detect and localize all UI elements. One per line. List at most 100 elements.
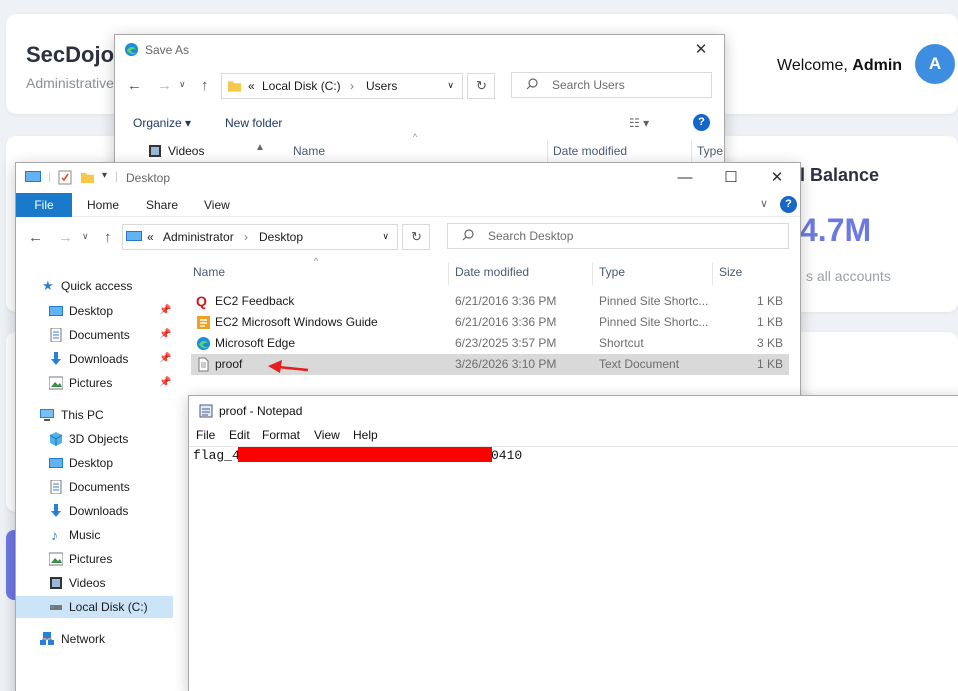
nav-pc-pictures[interactable]: Pictures (16, 548, 173, 570)
nav-qa-pictures[interactable]: Pictures 📌 (16, 372, 173, 394)
nav-pc-desktop[interactable]: Desktop (16, 452, 173, 474)
nav-label: 3D Objects (69, 432, 129, 446)
back-arrow-icon[interactable]: ← (28, 229, 43, 246)
search-placeholder: Search Users (552, 78, 625, 92)
nav-network-label: Network (61, 632, 106, 646)
save-as-titlebar: Save As ✕ (115, 35, 724, 65)
menu-help[interactable]: Help (353, 428, 378, 442)
menu-file[interactable]: File (196, 428, 215, 442)
sa-col-date[interactable]: Date modified (553, 144, 627, 158)
col-date[interactable]: Date modified (455, 265, 529, 279)
recent-dropdown-icon[interactable]: ∨ (82, 231, 89, 242)
tab-view[interactable]: View (190, 193, 244, 217)
quiz-icon: Q (196, 293, 207, 309)
file-date: 3/26/2026 3:10 PM (455, 357, 557, 371)
address-bar[interactable]: « Administrator › Desktop ∨ (122, 224, 398, 250)
nav-label: Documents (69, 328, 130, 342)
file-row[interactable]: Q EC2 Feedback 6/21/2016 3:36 PM Pinned … (191, 291, 789, 312)
tab-file[interactable]: File (16, 193, 72, 217)
qat-dropdown-icon[interactable]: ▾ (102, 170, 107, 181)
forward-arrow-icon[interactable]: → (58, 229, 73, 246)
nav-pc-documents[interactable]: Documents (16, 476, 173, 498)
col-divider (592, 263, 593, 285)
desktop-icon (126, 231, 142, 241)
organize-button[interactable]: Organize ▾ (133, 116, 191, 130)
crumb-users[interactable]: Users (366, 79, 397, 93)
nav-qa-desktop[interactable]: Desktop 📌 (16, 300, 173, 322)
balance-note: s all accounts (806, 268, 891, 284)
desktop-icon (49, 458, 63, 468)
save-as-close-button[interactable]: ✕ (678, 35, 724, 65)
nav-pc-videos[interactable]: Videos (16, 572, 173, 594)
minimize-button[interactable]: — (662, 163, 708, 193)
sa-col-name[interactable]: Name (293, 144, 325, 158)
menu-edit[interactable]: Edit (229, 428, 250, 442)
recent-dropdown-icon[interactable]: ∨ (179, 79, 186, 90)
edge-icon (196, 336, 211, 351)
nav-qa-documents[interactable]: Documents 📌 (16, 324, 173, 346)
col-size[interactable]: Size (719, 265, 742, 279)
ribbon-expand-icon[interactable]: ∨ (760, 197, 768, 210)
crumb-administrator[interactable]: Administrator (163, 230, 234, 244)
view-options-icon[interactable]: ☷ ▾ (629, 116, 649, 130)
crumb-overflow[interactable]: « (248, 79, 255, 93)
nav-pc-music[interactable]: ♪ Music (16, 524, 173, 546)
save-as-search-input[interactable]: Search Users (511, 72, 712, 98)
file-type: Pinned Site Shortc... (599, 315, 709, 329)
file-name: proof (215, 357, 243, 371)
explorer-titlebar: | ▾ | Desktop — ☐ ✕ (16, 163, 800, 193)
back-arrow-icon[interactable]: ← (127, 77, 142, 94)
col-name[interactable]: Name (193, 265, 225, 279)
crumb-overflow[interactable]: « (147, 230, 154, 244)
nav-qa-downloads[interactable]: Downloads 📌 (16, 348, 173, 370)
forward-arrow-icon[interactable]: → (157, 77, 172, 94)
avatar[interactable]: A (915, 44, 955, 84)
new-folder-icon[interactable] (80, 171, 95, 184)
pictures-icon (49, 552, 63, 566)
nav-quick-access[interactable]: ★ Quick access (16, 275, 173, 297)
crumb-local-disk[interactable]: Local Disk (C:) (262, 79, 341, 93)
notepad-text-area[interactable] (189, 446, 958, 691)
menu-format[interactable]: Format (262, 428, 300, 442)
properties-icon[interactable] (58, 170, 72, 185)
chevron-down-icon[interactable]: ∨ (382, 231, 389, 242)
search-input[interactable]: Search Desktop (447, 223, 789, 249)
pictures-icon (49, 376, 63, 390)
menu-view[interactable]: View (314, 428, 340, 442)
nav-pc-downloads[interactable]: Downloads (16, 500, 173, 522)
refresh-button[interactable]: ↻ (467, 73, 495, 99)
desktop-icon (49, 306, 63, 316)
nav-3d-objects[interactable]: 3D Objects (16, 428, 173, 450)
scroll-up-icon[interactable]: ▲ (255, 142, 265, 153)
navigation-pane: ★ Quick access Desktop 📌 Documents 📌 Dow… (16, 271, 176, 691)
col-type[interactable]: Type (599, 265, 625, 279)
pin-icon: 📌 (159, 353, 172, 364)
crumb-desktop[interactable]: Desktop (259, 230, 303, 244)
save-as-address-bar[interactable]: « Local Disk (C:) › Users ∨ (221, 73, 463, 99)
file-date: 6/23/2025 3:57 PM (455, 336, 557, 350)
maximize-button[interactable]: ☐ (708, 163, 754, 193)
guide-icon (197, 316, 210, 329)
close-button[interactable]: ✕ (754, 163, 800, 193)
help-icon[interactable]: ? (780, 196, 797, 213)
new-folder-button[interactable]: New folder (225, 116, 282, 130)
nav-label: Documents (69, 480, 130, 494)
nav-network[interactable]: Network (16, 628, 173, 650)
tab-home[interactable]: Home (73, 193, 133, 217)
pin-icon: 📌 (159, 305, 172, 316)
file-row[interactable]: Microsoft Edge 6/23/2025 3:57 PM Shortcu… (191, 333, 789, 354)
crumb-separator: › (350, 79, 354, 93)
file-type: Pinned Site Shortc... (599, 294, 709, 308)
save-as-help-icon[interactable]: ? (693, 114, 710, 131)
nav-this-pc[interactable]: This PC (16, 404, 173, 426)
refresh-button[interactable]: ↻ (402, 224, 430, 250)
sa-col-type[interactable]: Type (697, 144, 723, 158)
nav-local-disk[interactable]: Local Disk (C:) (16, 596, 173, 618)
up-arrow-icon[interactable]: ↑ (104, 229, 112, 246)
pin-icon: 📌 (159, 377, 172, 388)
file-row[interactable]: EC2 Microsoft Windows Guide 6/21/2016 3:… (191, 312, 789, 333)
up-arrow-icon[interactable]: ↑ (201, 77, 209, 94)
qat-separator: | (115, 169, 119, 183)
tab-share[interactable]: Share (132, 193, 192, 217)
chevron-down-icon[interactable]: ∨ (447, 80, 454, 91)
